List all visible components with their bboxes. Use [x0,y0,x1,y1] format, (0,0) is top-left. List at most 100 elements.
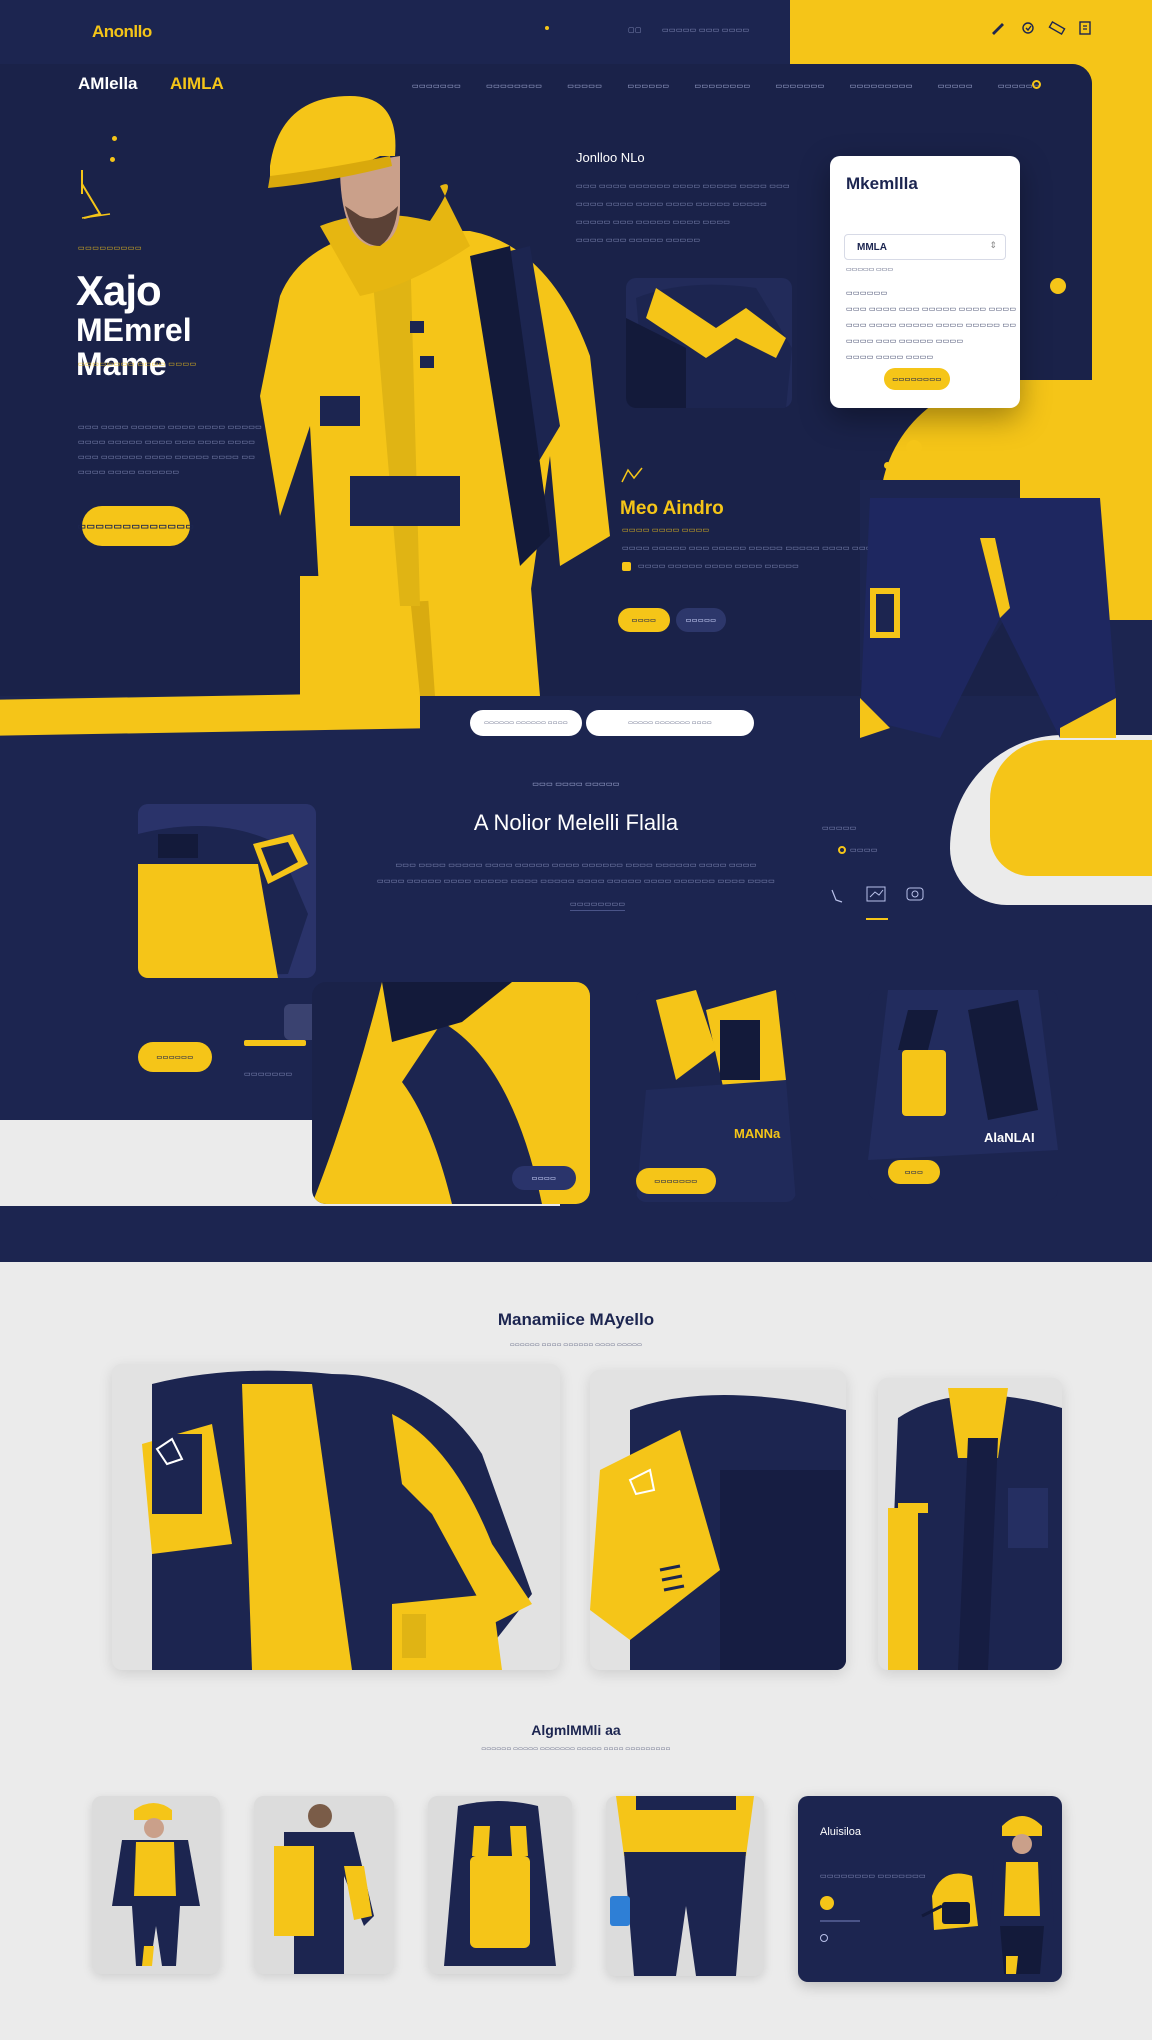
chevron-down-icon: ⇕ [989,240,997,250]
pencil-icon[interactable] [990,20,1006,36]
ruler-icon[interactable] [1048,20,1066,36]
hero-title-line-2: MEmrel [76,312,192,348]
form-card-row: ▭▭▭ ▭▭▭▭ ▭▭▭ ▭▭▭▭▭ ▭▭▭▭ ▭▭▭▭ [846,306,1017,313]
section2-side-item: ▭▭▭▭ [850,847,878,854]
gallery-image-side[interactable] [590,1370,846,1670]
nav-link-3[interactable]: ▭▭▭▭▭ [567,82,602,90]
promo-title: Aluisiloa [820,1826,861,1838]
yellow-blob-right [990,740,1152,876]
product-card-3[interactable] [428,1796,572,1974]
nav-link-5[interactable]: ▭▭▭▭▭▭▭▭ [694,82,750,90]
feature-secondary-button[interactable]: ▭▭▭▭▭ [676,608,726,632]
form-card-select-value: MMLA [857,242,887,253]
product-card-2[interactable] [254,1796,394,1974]
section2-link[interactable]: ▭▭▭▭▭▭▭▭ [570,900,626,911]
top-dot [545,26,549,30]
form-card-label: ▭▭▭▭▭ ▭▭▭ [846,267,894,273]
section2-left-bar [244,1040,306,1046]
hero-paragraph-line: ▭▭▭▭ ▭▭▭▭▭ ▭▭▭▭ ▭▭▭ ▭▭▭▭ ▭▭▭▭ [78,439,256,446]
jacket-detail-thumbnail[interactable] [626,278,792,408]
yellow-divider-stripe [0,692,420,736]
bookmark-icon[interactable] [1078,20,1092,36]
nav-link-4[interactable]: ▭▭▭▭▭▭ [627,82,669,90]
divider-tab-2-label: ▭▭▭▭▭ ▭▭▭▭▭▭▭ ▭▭▭▭ [628,720,712,726]
feature-title: Meo Aindro [620,498,724,519]
feature-line-1: ▭▭▭▭ ▭▭▭▭▭ ▭▭▭ ▭▭▭▭▭ ▭▭▭▭▭ ▭▭▭▭▭ ▭▭▭▭ ▭▭… [622,545,887,552]
form-card-select[interactable]: MMLA ⇕ [844,234,1006,260]
badge-icon[interactable] [1020,20,1036,36]
section2-eyebrow: ▭▭▭ ▭▭▭▭ ▭▭▭▭▭ [532,781,620,788]
product-card-4[interactable] [606,1796,764,1976]
divider-tab-1-label: ▭▭▭▭▭▭ ▭▭▭▭▭▭ ▭▭▭▭ [484,720,568,726]
form-card-rows: ▭▭▭▭▭▭ ▭▭▭ ▭▭▭▭ ▭▭▭ ▭▭▭▭▭ ▭▭▭▭ ▭▭▭▭ ▭▭▭ … [846,286,1016,366]
gallery-image-narrow[interactable] [878,1378,1062,1670]
nav-brand-left[interactable]: AMlella [78,74,138,94]
gallery-icon[interactable] [906,886,924,902]
promo-product-image [882,1806,1062,1976]
form-card-button[interactable]: ▭▭▭▭▭▭▭▭ [884,368,950,390]
divider-tab-1[interactable]: ▭▭▭▭▭▭ ▭▭▭▭▭▭ ▭▭▭▭ [470,710,582,736]
info-line: ▭▭▭▭ ▭▭▭ ▭▭▭▭▭ ▭▭▭▭▭ [576,237,701,244]
promo-bar [820,1920,860,1922]
divider-tab-2[interactable]: ▭▭▭▭▭ ▭▭▭▭▭▭▭ ▭▭▭▭ [586,710,754,736]
hero-model-image [260,96,620,696]
promo-card[interactable]: Aluisiloa ▭▭▭▭▭▭▭▭ ▭▭▭▭▭▭▭ [798,1796,1062,1982]
product-card-1[interactable] [92,1796,220,1974]
hanger-icon [76,164,116,224]
form-card-row: ▭▭▭▭ ▭▭▭ ▭▭▭▭▭ ▭▭▭▭ [846,338,964,345]
chart-icon[interactable] [866,886,886,902]
hero-cta-button[interactable]: ▭▭▭▭▭▭▭▭▭▭▭▭▭ [77,506,194,546]
promo-dot [820,1896,834,1910]
info-line: ▭▭▭▭▭ ▭▭▭ ▭▭▭▭▭ ▭▭▭▭ ▭▭▭▭ [576,219,731,226]
form-card-title: Mkemllla [846,174,918,193]
hero-eyebrow: ▭▭▭▭▭▭▭▭▭ [78,245,143,252]
nav-brand-right[interactable]: AIMLA [170,74,224,94]
hanger-small-icon[interactable] [828,888,846,906]
promo-spark-icon [820,1934,828,1942]
feature-spark-icon [620,466,644,484]
info-title: Jonlloo NLo [576,150,645,165]
form-card: Mkemllla MMLA ⇕ ▭▭▭▭▭ ▭▭▭ ▭▭▭▭▭▭ ▭▭▭ ▭▭▭… [830,156,1020,408]
form-card-row: ▭▭▭ ▭▭▭▭ ▭▭▭▭▭ ▭▭▭▭ ▭▭▭▭▭ ▭▭ [846,322,1017,329]
nav-link-6[interactable]: ▭▭▭▭▭▭▭ [776,82,825,90]
section2-side-label: ▭▭▭▭▭ [822,825,857,832]
brand-tag-1: MANNa [734,1126,781,1141]
decor-dot-small [884,462,891,469]
feature-sub: ▭▭▭▭ ▭▭▭▭ ▭▭▭▭ [622,527,710,534]
products-subtitle: ▭▭▭▭▭▭ ▭▭▭▭▭ ▭▭▭▭▭▭▭ ▭▭▭▭▭ ▭▭▭▭ ▭▭▭▭▭▭▭▭… [481,1746,671,1752]
products-title: AlgmlMMli aa [531,1722,621,1738]
gallery-title: Manamiice MAyello [497,1310,655,1329]
brand-tag-2: AlaNLAI [984,1130,1035,1145]
section2-side-dot [838,846,846,854]
nav-links: ▭▭▭▭▭▭▭ ▭▭▭▭▭▭▭▭ ▭▭▭▭▭ ▭▭▭▭▭▭ ▭▭▭▭▭▭▭▭ ▭… [412,82,1040,90]
backpack-front-button[interactable]: ▭▭▭▭▭▭▭ [636,1168,716,1194]
top-link-1[interactable]: ▢▢ [628,26,642,34]
feature-primary-button[interactable]: ▭▭▭▭ [618,608,670,632]
shorts-product-image[interactable] [860,498,1116,738]
feature-check-icon [622,562,631,571]
decor-dot-medium [906,440,922,456]
sleeve-overlay-button[interactable]: ▭▭▭▭ [512,1166,576,1190]
gallery-subtitle: ▭▭▭▭▭▭ ▭▭▭▭ ▭▭▭▭▭▭ ▭▭▭▭ ▭▭▭▭▭ [509,1342,643,1348]
nav-link-2[interactable]: ▭▭▭▭▭▭▭▭ [486,82,542,90]
top-link-2[interactable]: ▭▭▭▭▭ ▭▭▭ ▭▭▭▭ [662,26,749,34]
hero-paragraph-line: ▭▭▭ ▭▭▭▭ ▭▭▭▭▭ ▭▭▭▭ ▭▭▭▭ ▭▭▭▭▭ [78,424,263,431]
backpack-back-button[interactable]: ▭▭▭ [888,1160,940,1184]
decor-dots [110,136,117,162]
hero-title-line-1: Xajo [76,267,162,314]
info-line: ▭▭▭▭ ▭▭▭▭ ▭▭▭▭ ▭▭▭▭ ▭▭▭▭▭ ▭▭▭▭▭ [576,201,767,208]
feature-line-2: ▭▭▭▭ ▭▭▭▭▭ ▭▭▭▭ ▭▭▭▭ ▭▭▭▭▭ [638,563,800,570]
section2-left-button[interactable]: ▭▭▭▭▭▭ [138,1042,212,1072]
nav-link-1[interactable]: ▭▭▭▭▭▭▭ [412,82,461,90]
hero-paragraph-line: ▭▭▭▭ ▭▭▭▭ ▭▭▭▭▭▭ [78,469,180,476]
sleeve-detail-image[interactable] [138,804,316,978]
hero-paragraph-line: ▭▭▭ ▭▭▭▭▭▭ ▭▭▭▭ ▭▭▭▭▭ ▭▭▭▭ ▭▭ [78,454,256,461]
nav-ring-icon[interactable] [1032,80,1041,89]
nav-link-7[interactable]: ▭▭▭▭▭▭▭▭▭ [850,82,913,90]
top-logo[interactable]: Anonllo [92,22,152,42]
hero-paragraph: ▭▭▭ ▭▭▭▭ ▭▭▭▭▭ ▭▭▭▭ ▭▭▭▭ ▭▭▭▭▭ ▭▭▭▭ ▭▭▭▭… [78,420,262,480]
nav-link-8[interactable]: ▭▭▭▭▭ [938,82,973,90]
gallery-image-large[interactable] [112,1364,560,1670]
form-card-row: ▭▭▭▭▭▭ [846,290,888,297]
info-line: ▭▭▭ ▭▭▭▭ ▭▭▭▭▭▭ ▭▭▭▭ ▭▭▭▭▭ ▭▭▭▭ ▭▭▭ [576,183,790,190]
